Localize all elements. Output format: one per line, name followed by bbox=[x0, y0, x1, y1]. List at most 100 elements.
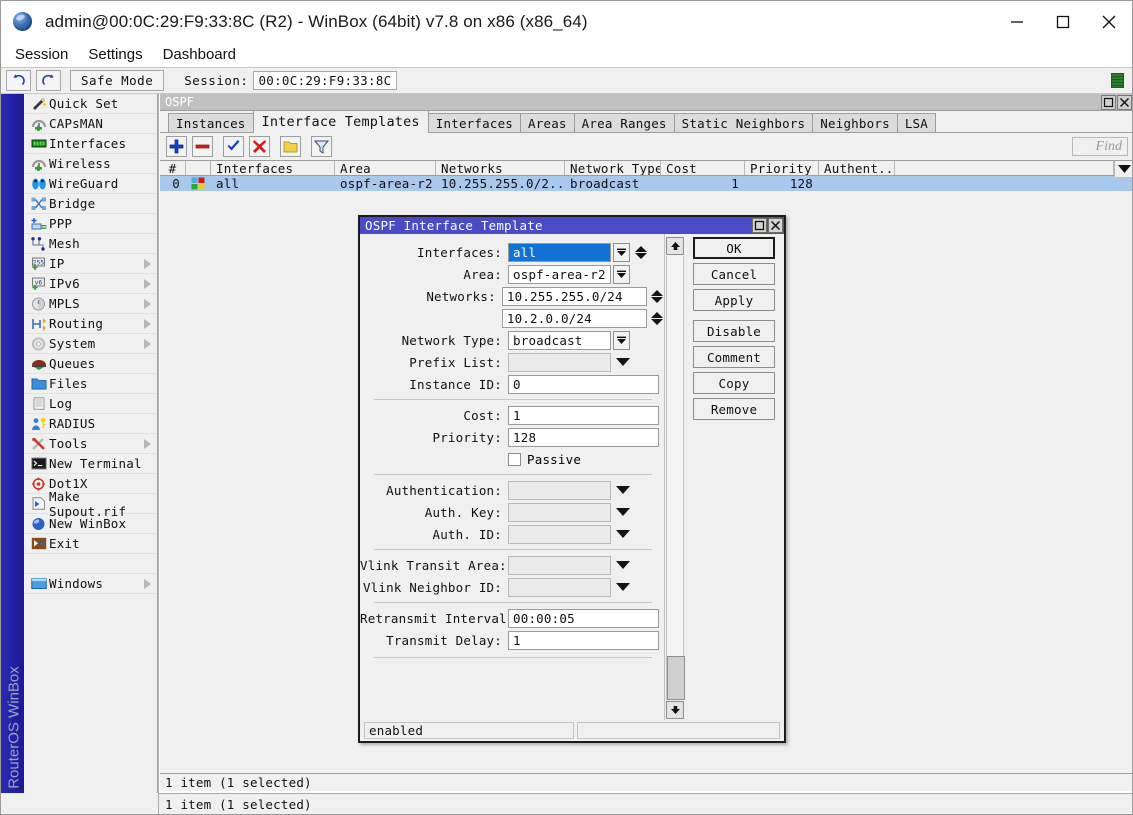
sidebar-item-ipv6[interactable]: v6 IPv6 bbox=[24, 274, 157, 294]
network-type-dropdown-icon[interactable] bbox=[613, 330, 630, 350]
remove-button[interactable] bbox=[192, 136, 213, 157]
authentication-dropdown-icon[interactable] bbox=[615, 486, 631, 494]
apply-button[interactable]: Apply bbox=[693, 289, 775, 311]
sidebar-item-tools[interactable]: Tools bbox=[24, 434, 157, 454]
comment-button[interactable]: Comment bbox=[693, 346, 775, 368]
restore-button[interactable] bbox=[1101, 94, 1116, 110]
interfaces-dropdown-icon[interactable] bbox=[613, 242, 630, 262]
transmit-delay-input[interactable]: 1 bbox=[508, 630, 659, 650]
minimize-button[interactable] bbox=[994, 1, 1040, 42]
redo-icon[interactable] bbox=[36, 70, 61, 91]
networks-input-1[interactable]: 10.255.255.0/24 bbox=[501, 286, 647, 306]
vlink-neighbor-id-input[interactable] bbox=[508, 577, 611, 597]
prefix-list-input[interactable] bbox=[508, 352, 611, 372]
close-button[interactable] bbox=[1086, 1, 1132, 42]
find-input[interactable]: Find bbox=[1072, 137, 1128, 156]
comment-button[interactable] bbox=[280, 136, 301, 157]
auth-key-input[interactable] bbox=[508, 502, 611, 522]
scroll-up-button[interactable] bbox=[666, 237, 684, 255]
sidebar-item-system[interactable]: System bbox=[24, 334, 157, 354]
tab-lsa[interactable]: LSA bbox=[896, 113, 936, 132]
menu-session[interactable]: Session bbox=[5, 45, 78, 65]
tab-interface-templates[interactable]: Interface Templates bbox=[252, 110, 429, 133]
auth-key-dropdown-icon[interactable] bbox=[615, 508, 631, 516]
sidebar-item-wireless[interactable]: Wireless bbox=[24, 154, 157, 174]
sidebar-item-new-winbox[interactable]: New WinBox bbox=[24, 514, 157, 534]
tab-neighbors[interactable]: Neighbors bbox=[812, 113, 898, 132]
sidebar-item-log[interactable]: Log bbox=[24, 394, 157, 414]
interfaces-spinner[interactable] bbox=[634, 245, 648, 259]
tab-areas[interactable]: Areas bbox=[520, 113, 575, 132]
sidebar-item-windows[interactable]: Windows bbox=[24, 574, 157, 594]
sidebar-item-radius[interactable]: RADIUS bbox=[24, 414, 157, 434]
sidebar-item-make-supout[interactable]: Make Supout.rif bbox=[24, 489, 157, 519]
networks-input-2[interactable]: 10.2.0.0/24 bbox=[501, 308, 647, 328]
scrollbar-thumb[interactable] bbox=[667, 656, 685, 700]
sidebar-item-bridge[interactable]: Bridge bbox=[24, 194, 157, 214]
cost-input[interactable]: 1 bbox=[508, 405, 659, 425]
sidebar-item-ip[interactable]: 255 IP bbox=[24, 254, 157, 274]
auth-id-input[interactable] bbox=[508, 524, 611, 544]
column-authentication[interactable]: Authent... bbox=[819, 161, 895, 175]
sidebar-item-files[interactable]: Files bbox=[24, 374, 157, 394]
auth-id-dropdown-icon[interactable] bbox=[615, 530, 631, 538]
tab-interfaces[interactable]: Interfaces bbox=[427, 113, 522, 132]
network-type-input[interactable]: broadcast bbox=[508, 330, 611, 350]
tab-area-ranges[interactable]: Area Ranges bbox=[573, 113, 675, 132]
authentication-input[interactable] bbox=[508, 480, 611, 500]
sidebar-item-mpls[interactable]: MPLS bbox=[24, 294, 157, 314]
networks-spinner-1[interactable] bbox=[651, 289, 664, 303]
sidebar-item-quick-set[interactable]: Quick Set bbox=[24, 94, 157, 114]
interfaces-input[interactable]: all bbox=[508, 242, 611, 262]
instance-id-input[interactable]: 0 bbox=[508, 374, 659, 394]
sidebar-item-mesh[interactable]: Mesh bbox=[24, 234, 157, 254]
enable-button[interactable] bbox=[223, 136, 244, 157]
column-num[interactable]: # bbox=[160, 161, 186, 175]
restore-button[interactable] bbox=[752, 218, 767, 233]
column-networks[interactable]: Networks bbox=[436, 161, 565, 175]
close-button[interactable] bbox=[1117, 94, 1132, 110]
area-dropdown-icon[interactable] bbox=[613, 264, 630, 284]
menu-dashboard[interactable]: Dashboard bbox=[153, 45, 246, 65]
filter-button[interactable] bbox=[311, 136, 332, 157]
column-network-type[interactable]: Network Type bbox=[565, 161, 661, 175]
vlink-transit-area-dropdown-icon[interactable] bbox=[615, 561, 631, 569]
sidebar-item-wireguard[interactable]: WireGuard bbox=[24, 174, 157, 194]
sidebar-item-capsman[interactable]: CAPsMAN bbox=[24, 114, 157, 134]
sidebar-item-new-terminal[interactable]: New Terminal bbox=[24, 454, 157, 474]
retransmit-interval-input[interactable]: 00:00:05 bbox=[508, 608, 659, 628]
safe-mode-button[interactable]: Safe Mode bbox=[70, 70, 165, 91]
column-interfaces[interactable]: Interfaces bbox=[211, 161, 335, 175]
sidebar-item-interfaces[interactable]: Interfaces bbox=[24, 134, 157, 154]
menu-settings[interactable]: Settings bbox=[78, 45, 152, 65]
prefix-list-dropdown-icon[interactable] bbox=[615, 358, 631, 366]
disable-button[interactable] bbox=[249, 136, 270, 157]
tab-static-neighbors[interactable]: Static Neighbors bbox=[673, 113, 814, 132]
sidebar-item-queues[interactable]: Queues bbox=[24, 354, 157, 374]
column-flags[interactable] bbox=[186, 161, 211, 175]
scroll-down-button[interactable] bbox=[666, 701, 684, 719]
dialog-scrollbar[interactable] bbox=[666, 237, 686, 719]
remove-button[interactable]: Remove bbox=[693, 398, 775, 420]
close-button[interactable] bbox=[768, 218, 783, 233]
table-row[interactable]: 0 all ospf-area-r2 10.255.255.0/2... bro… bbox=[160, 176, 1132, 191]
sidebar-item-routing[interactable]: Routing bbox=[24, 314, 157, 334]
disable-button[interactable]: Disable bbox=[693, 320, 775, 342]
session-value[interactable]: 00:0C:29:F9:33:8C bbox=[253, 71, 397, 90]
scrollbar-track[interactable] bbox=[666, 256, 685, 700]
add-button[interactable] bbox=[166, 136, 187, 157]
column-area[interactable]: Area bbox=[335, 161, 436, 175]
ok-button[interactable]: OK bbox=[693, 237, 775, 259]
area-input[interactable]: ospf-area-r2 bbox=[508, 264, 611, 284]
column-menu-button[interactable] bbox=[1114, 161, 1132, 177]
sidebar-item-exit[interactable]: Exit bbox=[24, 534, 157, 554]
vlink-neighbor-id-dropdown-icon[interactable] bbox=[615, 583, 631, 591]
tab-instances[interactable]: Instances bbox=[168, 113, 254, 132]
cancel-button[interactable]: Cancel bbox=[693, 263, 775, 285]
passive-checkbox[interactable] bbox=[508, 452, 521, 466]
priority-input[interactable]: 128 bbox=[508, 427, 659, 447]
copy-button[interactable]: Copy bbox=[693, 372, 775, 394]
networks-spinner-2[interactable] bbox=[651, 311, 664, 325]
sidebar-item-ppp[interactable]: PPP bbox=[24, 214, 157, 234]
undo-icon[interactable] bbox=[6, 70, 31, 91]
